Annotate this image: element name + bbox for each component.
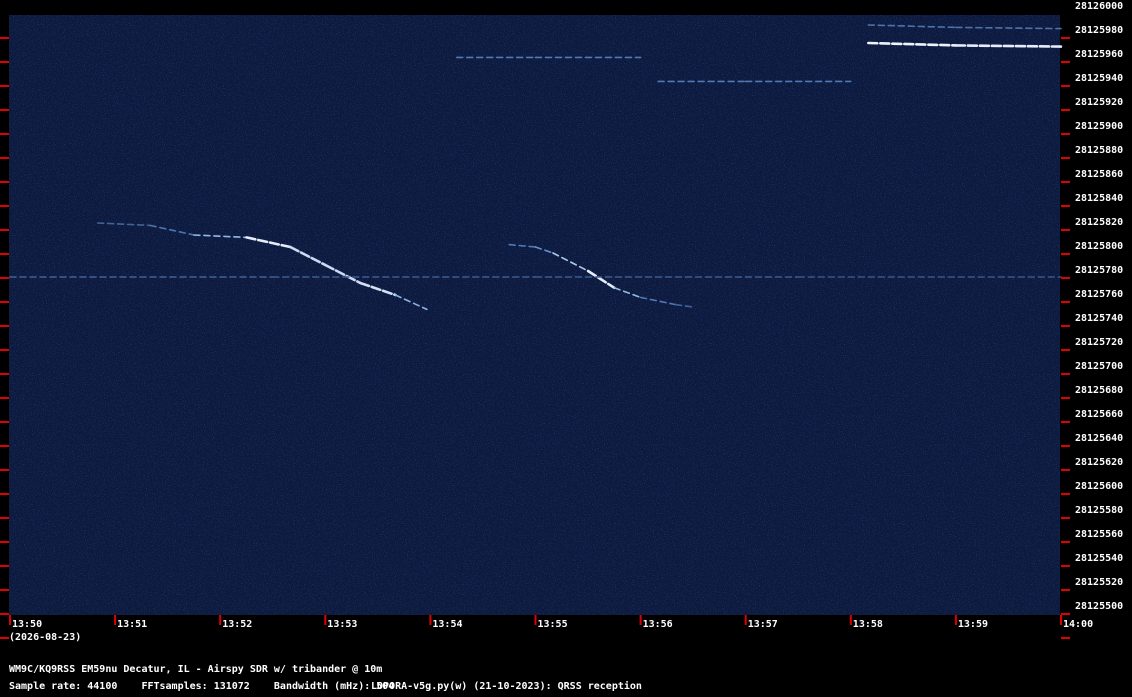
x-tick-label: 13:52	[222, 619, 253, 630]
x-tick-label: 13:53	[327, 619, 358, 630]
date-label: (2026-08-23)	[9, 632, 82, 643]
x-tick-label: 13:54	[432, 619, 463, 630]
y-tick-label: 28125520	[1075, 577, 1124, 588]
y-tick-label: 28125920	[1075, 97, 1124, 108]
y-tick-label: 28125720	[1075, 337, 1124, 348]
y-tick-label: 28125620	[1075, 457, 1124, 468]
y-tick-label: 28125780	[1075, 265, 1124, 276]
y-tick-label: 28125840	[1075, 193, 1124, 204]
x-tick-label: 14:00	[1063, 619, 1094, 630]
y-tick-label: 28125640	[1075, 433, 1124, 444]
y-tick-label: 28125760	[1075, 289, 1124, 300]
y-tick-label: 28125940	[1075, 73, 1124, 84]
footer-station: WM9C/KQ9RSS EM59nu Decatur, IL - Airspy …	[9, 664, 383, 675]
x-tick-label: 13:58	[852, 619, 883, 630]
y-tick-label: 28125800	[1075, 241, 1124, 252]
y-tick-label: 28125700	[1075, 361, 1124, 372]
y-tick-label: 28125660	[1075, 409, 1124, 420]
waterfall-noise	[9, 15, 1060, 615]
x-tick-label: 13:51	[117, 619, 148, 630]
waterfall-plot	[0, 15, 1070, 639]
y-tick-label: 28125880	[1075, 145, 1124, 156]
footer-software: LOPORA-v5g.py(w) (21-10-2023): QRSS rece…	[371, 681, 642, 692]
x-tick-label: 13:55	[537, 619, 568, 630]
y-tick-label: 28125900	[1075, 121, 1124, 132]
y-tick-label: 28125600	[1075, 481, 1124, 492]
y-tick-label: 28125860	[1075, 169, 1124, 180]
x-tick-label: 13:50	[12, 619, 43, 630]
x-tick-label: 13:59	[957, 619, 988, 630]
y-tick-label: 28125500	[1075, 601, 1124, 612]
y-tick-label: 28125540	[1075, 553, 1124, 564]
y-tick-label: 28125680	[1075, 385, 1124, 396]
footer-params: Sample rate: 44100 FFTsamples: 131072 Ba…	[9, 681, 395, 692]
y-tick-label: 28125740	[1075, 313, 1124, 324]
y-tick-label: 28125560	[1075, 529, 1124, 540]
x-tick-label: 13:57	[747, 619, 778, 630]
y-tick-label: 28125580	[1075, 505, 1124, 516]
y-tick-label: 28125980	[1075, 25, 1124, 36]
y-tick-label: 28125960	[1075, 49, 1124, 60]
y-tick-label: 28125820	[1075, 217, 1124, 228]
x-tick-label: 13:56	[642, 619, 673, 630]
signal-trace-3-segment	[954, 44, 1063, 48]
y-tick-label: 28126000	[1075, 1, 1124, 12]
